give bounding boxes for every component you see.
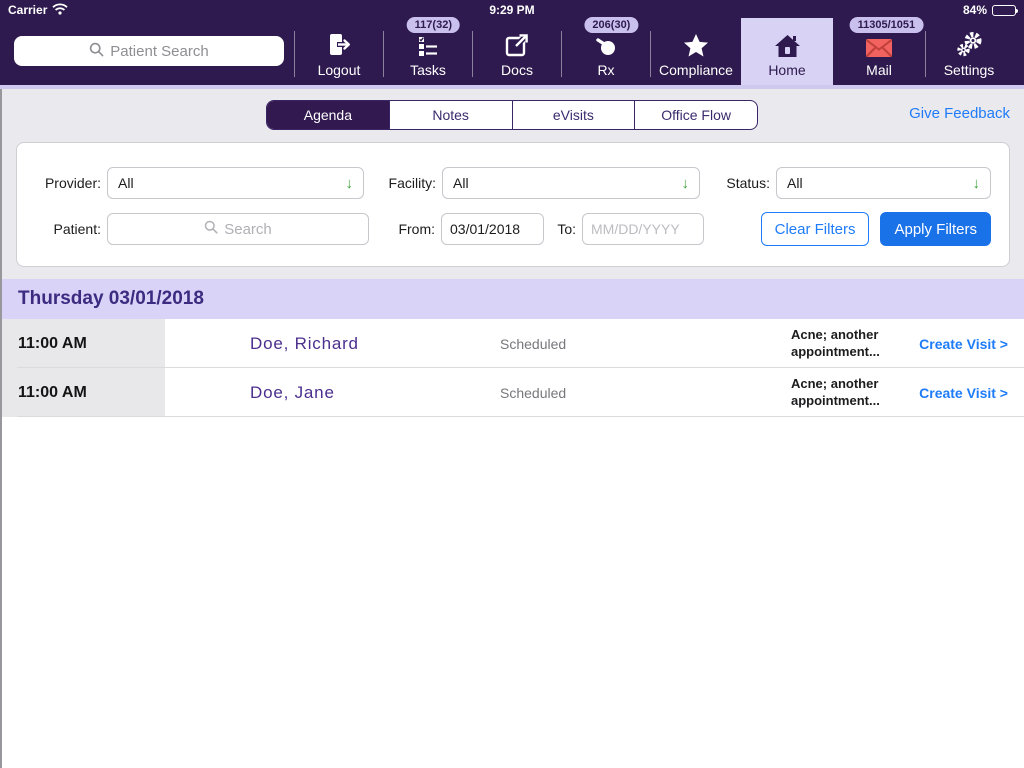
filters-card: Provider: All ↓ Facility: All ↓ Status: …: [16, 142, 1010, 267]
clear-filters-button[interactable]: Clear Filters: [761, 212, 870, 246]
rx-icon: [593, 31, 619, 58]
to-date-input[interactable]: [582, 213, 704, 245]
facility-value: All: [453, 175, 469, 191]
patient-search-input[interactable]: Patient Search: [14, 36, 284, 66]
battery-percent: 84%: [963, 3, 987, 17]
nav-item-label: Tasks: [410, 63, 446, 77]
main-content: Agenda Notes eVisits Office Flow Give Fe…: [0, 89, 1024, 768]
tasks-icon: [416, 31, 440, 58]
create-visit-link[interactable]: Create Visit >: [913, 385, 1008, 401]
app-screen: Carrier 9:29 PM 84% Patient Search: [0, 0, 1024, 768]
rx-badge: 206(30): [584, 17, 638, 33]
to-label: To:: [544, 221, 582, 237]
tasks-badge: 117(32): [407, 17, 460, 33]
appointment-row[interactable]: 11:00 AM Doe, Richard Scheduled Acne; an…: [2, 319, 1024, 368]
apply-filters-button[interactable]: Apply Filters: [880, 212, 991, 246]
tab-notes[interactable]: Notes: [389, 101, 512, 129]
tab-evisits[interactable]: eVisits: [512, 101, 635, 129]
filters-section: Agenda Notes eVisits Office Flow Give Fe…: [2, 89, 1024, 279]
dropdown-arrow-icon: ↓: [682, 175, 690, 192]
provider-label: Provider:: [31, 175, 107, 191]
appointment-time: 11:00 AM: [2, 368, 165, 417]
wifi-icon: [52, 3, 68, 18]
logout-icon: [326, 31, 352, 58]
app-header: Carrier 9:29 PM 84% Patient Search: [0, 0, 1024, 85]
create-visit-link[interactable]: Create Visit >: [913, 336, 1008, 352]
nav-item-label: Settings: [944, 63, 995, 77]
status-dropdown[interactable]: All ↓: [776, 167, 991, 199]
top-nav: Patient Search Logout 117(32) Tasks: [0, 20, 1024, 85]
nav-item-logout[interactable]: Logout: [295, 20, 383, 85]
carrier-label: Carrier: [8, 3, 47, 17]
home-icon: [774, 31, 801, 58]
patient-name-link[interactable]: Doe, Jane: [250, 383, 500, 403]
status-label: Status:: [700, 175, 776, 191]
empty-area: [2, 417, 1024, 768]
provider-value: All: [118, 175, 134, 191]
appointment-reason: Acne; another appointment...: [791, 376, 901, 409]
facility-dropdown[interactable]: All ↓: [442, 167, 700, 199]
nav-item-mail[interactable]: 11305/1051 Mail: [833, 20, 925, 85]
appointment-time: 11:00 AM: [2, 319, 165, 368]
agenda-date-header: Thursday 03/01/2018: [2, 279, 1024, 319]
status-value: All: [787, 175, 803, 191]
nav-item-label: Docs: [501, 63, 533, 77]
battery-icon: [992, 5, 1016, 16]
patient-filter-placeholder: Search: [224, 221, 272, 238]
from-label: From:: [369, 221, 441, 237]
nav-item-home[interactable]: Home: [741, 18, 833, 85]
nav-item-compliance[interactable]: Compliance: [651, 20, 741, 85]
tab-agenda[interactable]: Agenda: [267, 101, 389, 129]
give-feedback-link[interactable]: Give Feedback: [909, 105, 1010, 122]
search-icon: [89, 42, 104, 61]
nav-item-label: Logout: [318, 63, 361, 77]
appointment-status: Scheduled: [500, 336, 700, 352]
patient-name-link[interactable]: Doe, Richard: [250, 334, 500, 354]
dropdown-arrow-icon: ↓: [346, 175, 354, 192]
tab-office-flow[interactable]: Office Flow: [634, 101, 757, 129]
nav-item-rx[interactable]: 206(30) Rx: [562, 20, 650, 85]
settings-icon: [956, 31, 983, 58]
mail-icon: [865, 31, 893, 58]
appointment-row[interactable]: 11:00 AM Doe, Jane Scheduled Acne; anoth…: [2, 368, 1024, 417]
nav-item-label: Home: [768, 63, 805, 77]
view-segmented-control: Agenda Notes eVisits Office Flow: [266, 100, 758, 130]
provider-dropdown[interactable]: All ↓: [107, 167, 364, 199]
nav-item-docs[interactable]: Docs: [473, 20, 561, 85]
nav-item-label: Mail: [866, 63, 892, 77]
dropdown-arrow-icon: ↓: [973, 175, 981, 192]
patient-label: Patient:: [31, 221, 107, 237]
nav-item-settings[interactable]: Settings: [926, 20, 1012, 85]
patient-search-placeholder: Patient Search: [110, 43, 208, 60]
patient-filter-search-input[interactable]: Search: [107, 213, 369, 245]
nav-item-label: Rx: [597, 63, 614, 77]
facility-label: Facility:: [364, 175, 442, 191]
tab-row: Agenda Notes eVisits Office Flow Give Fe…: [2, 100, 1024, 130]
clock: 9:29 PM: [489, 3, 534, 17]
mail-badge: 11305/1051: [850, 17, 924, 33]
compliance-icon: [683, 31, 709, 58]
from-date-input[interactable]: [441, 213, 544, 245]
nav-item-tasks[interactable]: 117(32) Tasks: [384, 20, 472, 85]
nav-item-label: Compliance: [659, 63, 733, 77]
docs-icon: [504, 31, 530, 58]
appointment-reason: Acne; another appointment...: [791, 327, 901, 360]
appointment-status: Scheduled: [500, 385, 700, 401]
search-icon: [204, 220, 218, 238]
